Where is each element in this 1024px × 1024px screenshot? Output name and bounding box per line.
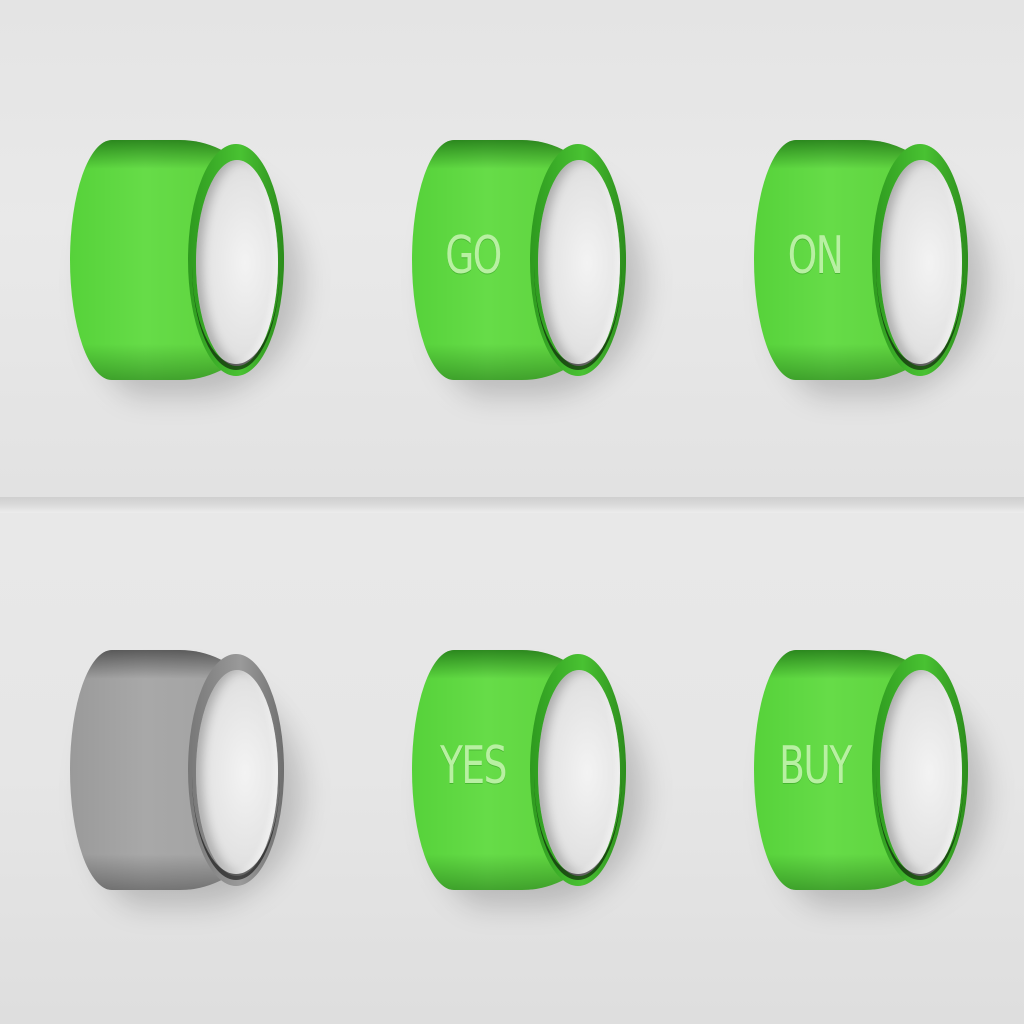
toggle-switch-yes[interactable]: YES	[412, 650, 644, 906]
toggle-label: BUY	[779, 736, 852, 796]
panel-divider	[0, 497, 1024, 513]
toggle-knob[interactable]	[880, 670, 962, 876]
toggle-knob[interactable]	[538, 670, 620, 876]
toggle-label: GO	[445, 226, 502, 286]
toggle-switch-go[interactable]: GO	[412, 140, 644, 396]
toggle-label: ON	[787, 226, 844, 286]
toggle-knob[interactable]	[196, 160, 278, 366]
toggle-knob[interactable]	[538, 160, 620, 366]
toggle-switch-on[interactable]: ON	[754, 140, 986, 396]
toggle-switch-blank-on[interactable]	[70, 140, 302, 396]
toggle-knob[interactable]	[196, 670, 278, 876]
toggle-switch-buy[interactable]: BUY	[754, 650, 986, 906]
toggle-knob[interactable]	[880, 160, 962, 366]
toggle-label: YES	[440, 736, 507, 796]
toggle-switch-blank-off[interactable]	[70, 650, 302, 906]
